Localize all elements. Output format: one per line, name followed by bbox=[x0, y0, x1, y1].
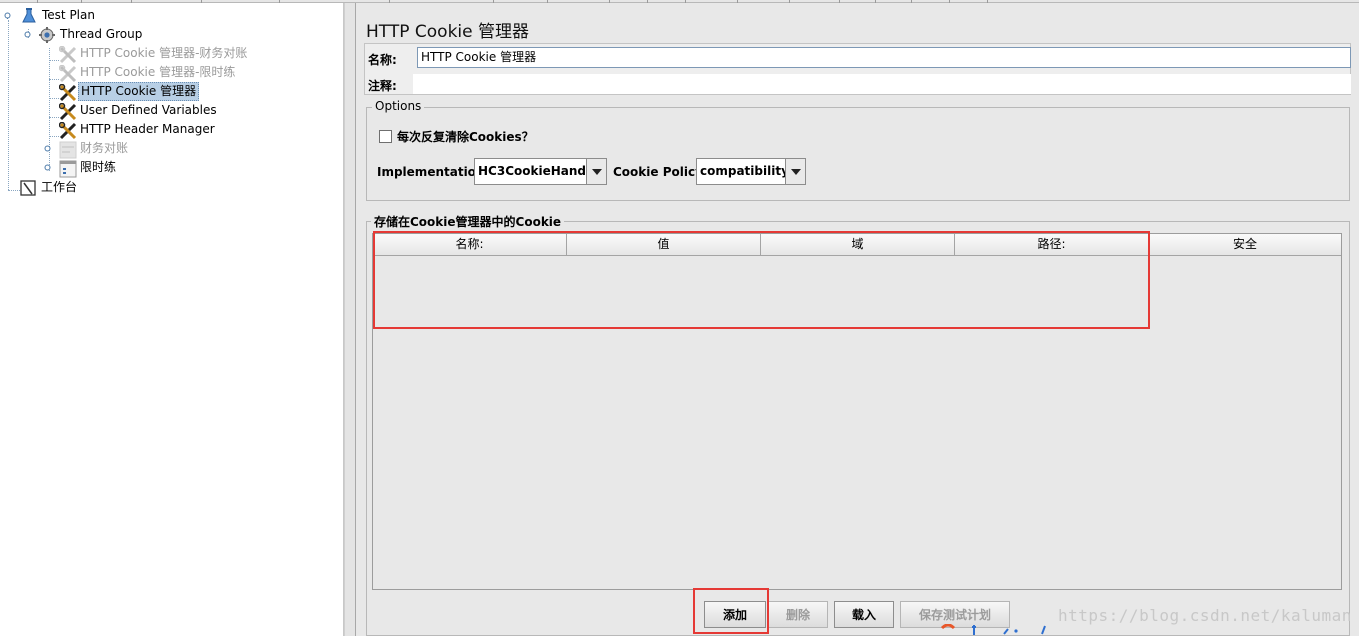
load-button[interactable]: 载入 bbox=[834, 601, 894, 628]
tree-item-label: HTTP Cookie 管理器-限时练 bbox=[80, 65, 236, 79]
page-title: HTTP Cookie 管理器 bbox=[366, 22, 530, 42]
tree-item-http-header-manager[interactable]: HTTP Header Manager bbox=[58, 120, 217, 139]
cookie-policy-label: Cookie Policy: bbox=[613, 165, 708, 179]
test-plan-icon bbox=[21, 7, 37, 24]
name-label: 名称: bbox=[368, 53, 397, 67]
tree-item-label: HTTP Header Manager bbox=[80, 122, 215, 136]
split-pane-divider[interactable] bbox=[344, 3, 356, 636]
stored-cookies-legend: 存储在Cookie管理器中的Cookie bbox=[371, 213, 565, 230]
expand-toggle-icon[interactable] bbox=[44, 145, 51, 152]
tree-item-label: HTTP Cookie 管理器 bbox=[78, 82, 200, 101]
wrench-icon bbox=[58, 64, 77, 82]
tree-item-cookie-manager-finance[interactable]: HTTP Cookie 管理器-财务对账 bbox=[58, 44, 249, 63]
clear-cookies-checkbox[interactable] bbox=[379, 130, 392, 143]
tree-item-label: Thread Group bbox=[60, 27, 143, 41]
watermark-text: https://blog.csdn.net/kaluman bbox=[1058, 606, 1352, 625]
controller-icon bbox=[59, 141, 77, 158]
cookie-policy-value: compatibility bbox=[700, 164, 785, 178]
comment-input[interactable] bbox=[413, 74, 1351, 94]
wrench-icon bbox=[58, 45, 77, 63]
tree-item-label: 工作台 bbox=[41, 180, 78, 194]
comment-label: 注释: bbox=[368, 79, 397, 93]
options-group: Options 每次反复清除Cookies？ Implementation: H… bbox=[366, 99, 1350, 201]
column-header-domain[interactable]: 域 bbox=[761, 234, 955, 255]
name-input[interactable]: HTTP Cookie 管理器 bbox=[417, 47, 1351, 68]
ime-toolbar-icon bbox=[940, 624, 1046, 635]
implementation-label: Implementation: bbox=[377, 165, 490, 179]
test-plan-tree[interactable]: Test Plan Thread Group HTTP Cookie 管理器-财… bbox=[0, 3, 344, 636]
add-button[interactable]: 添加 bbox=[704, 601, 766, 628]
tree-item-label: User Defined Variables bbox=[80, 103, 217, 117]
column-header-secure[interactable]: 安全 bbox=[1149, 234, 1341, 255]
options-legend: Options bbox=[372, 99, 425, 113]
wrench-icon bbox=[58, 121, 77, 139]
controller-icon bbox=[59, 160, 77, 177]
collapse-toggle-icon[interactable] bbox=[24, 31, 31, 38]
tree-item-label: 财务对账 bbox=[80, 141, 129, 155]
tree-item-thread-group[interactable]: Thread Group bbox=[24, 25, 144, 44]
implementation-select[interactable]: HC3CookieHandler bbox=[474, 158, 607, 185]
dropdown-arrow-icon[interactable] bbox=[785, 159, 805, 184]
cookie-policy-select[interactable]: compatibility bbox=[696, 158, 806, 185]
dropdown-arrow-icon[interactable] bbox=[586, 159, 606, 184]
tree-item-user-defined-variables[interactable]: User Defined Variables bbox=[58, 101, 219, 120]
column-header-value[interactable]: 值 bbox=[567, 234, 761, 255]
table-header: 名称: 值 域 路径: 安全 bbox=[373, 234, 1341, 256]
wrench-icon bbox=[58, 83, 77, 101]
tree-item-timed-practice-controller[interactable]: 限时练 bbox=[44, 158, 118, 177]
implementation-value: HC3CookieHandler bbox=[478, 164, 586, 178]
tree-item-workbench[interactable]: 工作台 bbox=[20, 178, 79, 197]
cookie-manager-panel: HTTP Cookie 管理器 名称: HTTP Cookie 管理器 注释: … bbox=[356, 3, 1359, 636]
tree-item-label: Test Plan bbox=[42, 8, 95, 22]
expand-toggle-icon[interactable] bbox=[44, 164, 51, 171]
tree-item-label: 限时练 bbox=[80, 160, 117, 174]
tree-item-test-plan[interactable]: Test Plan bbox=[4, 6, 97, 25]
column-header-path[interactable]: 路径: bbox=[955, 234, 1149, 255]
tree-item-cookie-manager-timed[interactable]: HTTP Cookie 管理器-限时练 bbox=[58, 63, 237, 82]
workbench-icon bbox=[20, 179, 36, 196]
column-header-name[interactable]: 名称: bbox=[373, 234, 567, 255]
wrench-icon bbox=[58, 102, 77, 120]
collapse-toggle-icon[interactable] bbox=[4, 12, 11, 19]
clear-cookies-label: 每次反复清除Cookies？ bbox=[397, 130, 534, 144]
tree-item-cookie-manager-selected[interactable]: HTTP Cookie 管理器 bbox=[58, 82, 200, 101]
thread-group-gear-icon bbox=[39, 26, 55, 43]
name-comment-section: 名称: HTTP Cookie 管理器 注释: bbox=[364, 43, 1351, 95]
tree-item-finance-controller[interactable]: 财务对账 bbox=[44, 139, 130, 158]
delete-button[interactable]: 删除 bbox=[768, 601, 828, 628]
cookie-table[interactable]: 名称: 值 域 路径: 安全 bbox=[372, 233, 1342, 590]
tree-item-label: HTTP Cookie 管理器-财务对账 bbox=[80, 46, 248, 60]
